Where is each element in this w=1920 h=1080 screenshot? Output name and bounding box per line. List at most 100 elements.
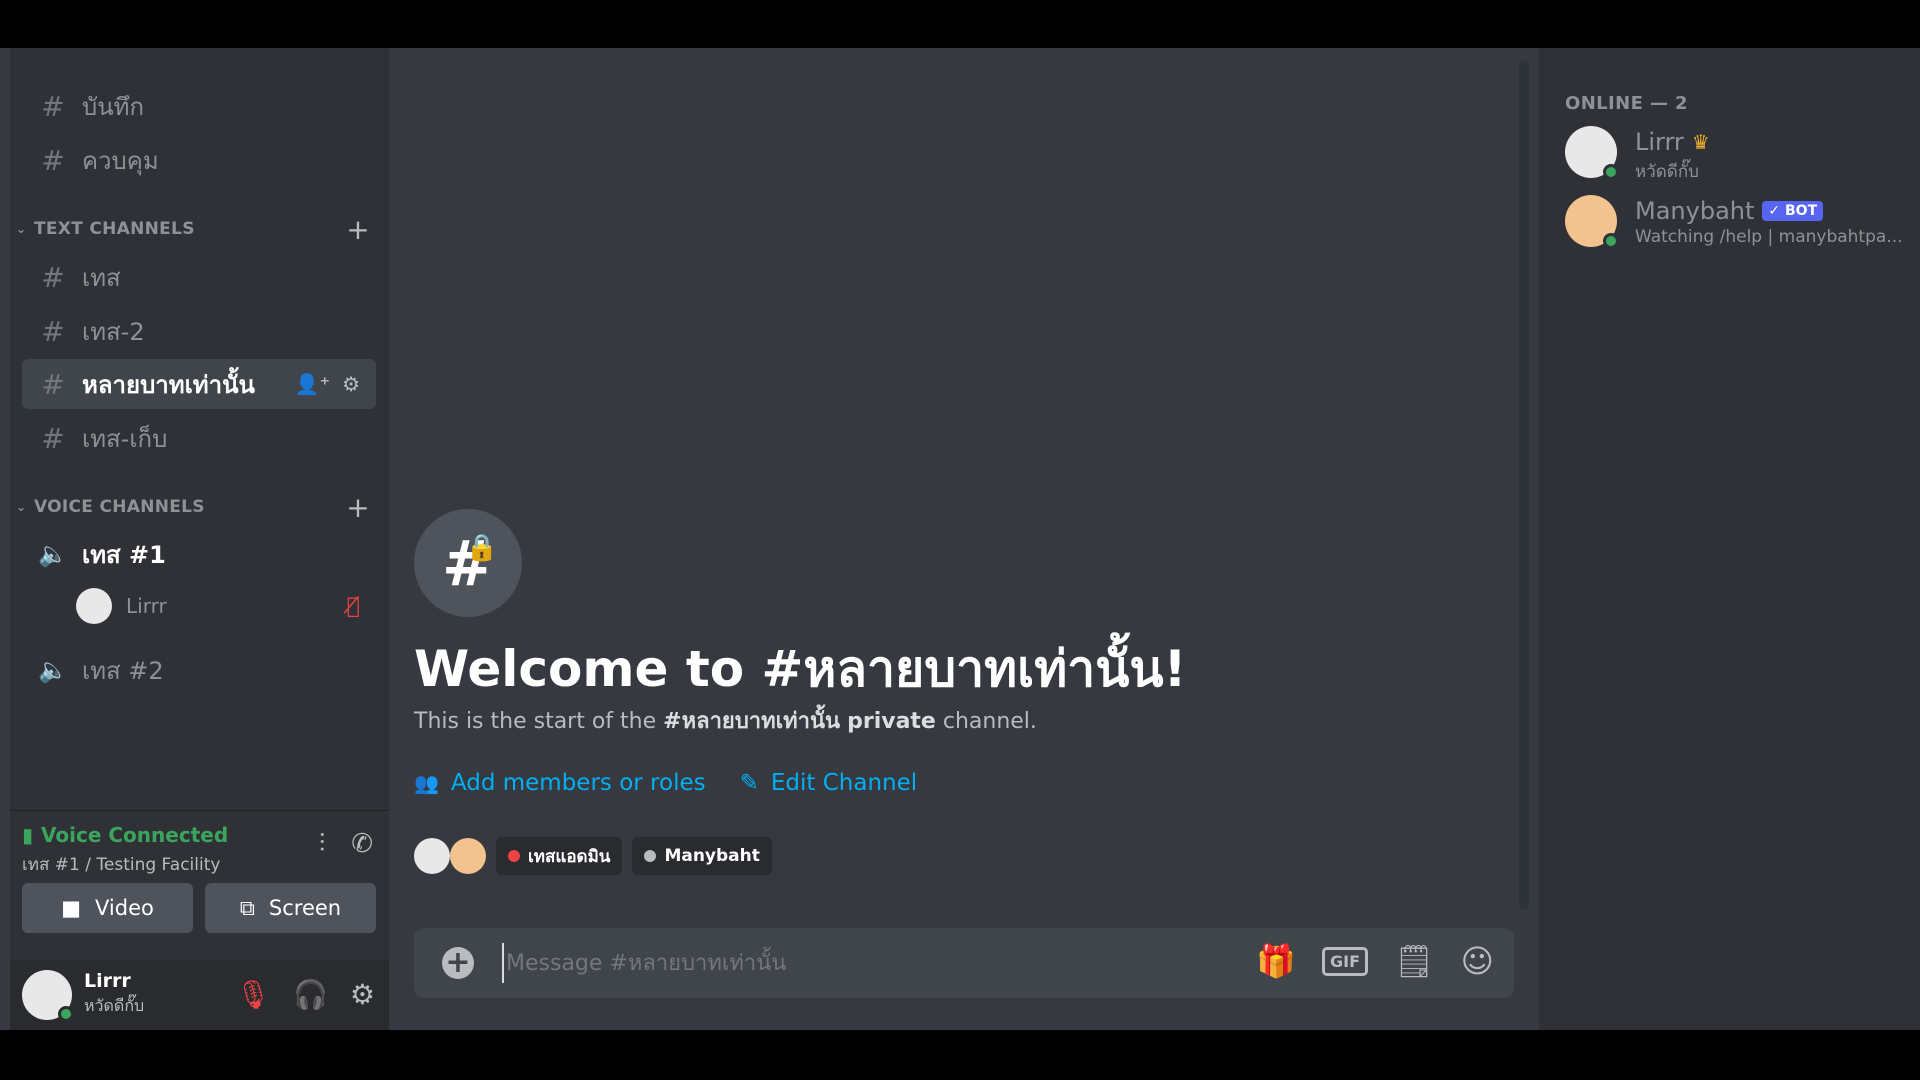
channel-item-test[interactable]: # เทส — [22, 252, 376, 302]
sticker-icon[interactable]: 🗒 — [1394, 942, 1435, 980]
text-channel-hash-icon: # — [41, 89, 65, 123]
private-channel-icon: # 🔒 — [414, 509, 522, 617]
noise-suppression-icon[interactable]: ⫶ — [319, 829, 326, 860]
channel-item-test-2[interactable]: # เทส-2 — [22, 306, 376, 356]
role-color-dot — [644, 850, 657, 862]
channel-label: ควบคุม — [82, 146, 159, 175]
edit-channel-label: Edit Channel — [770, 770, 918, 796]
channel-label: บันทึก — [82, 92, 144, 121]
channel-item-selected[interactable]: # หลายบาทเท่านั้น 👤⁺ ⚙ — [22, 359, 376, 409]
user-controls: 🎙 🎧 ⚙ — [235, 978, 375, 1011]
voice-user-name: Lirrr — [126, 594, 167, 618]
voice-status-text: Voice Connected — [41, 823, 229, 847]
desc-private: private — [847, 709, 936, 734]
bot-badge: ✓ BOT — [1762, 201, 1824, 221]
pencil-icon: ✎ — [739, 770, 759, 796]
member-name-row: Manybaht ✓ BOT — [1635, 197, 1824, 225]
role-pill[interactable]: Manybaht — [632, 837, 772, 875]
member-status: หวัดดีกั๊บ — [1635, 162, 1699, 182]
channel-label: เทส — [82, 263, 121, 292]
online-status-dot — [1603, 233, 1619, 249]
role-name: Manybaht — [664, 846, 760, 866]
member-name: Lirrr — [1635, 128, 1684, 156]
voice-user-lirrr[interactable]: Lirrr 🎙̸ — [76, 586, 376, 626]
screen-share-icon: ⧉ — [239, 895, 255, 920]
channel-access-row: เทสแอดมิน Manybaht — [414, 837, 772, 875]
screen-share-button[interactable]: ⧉ Screen — [205, 883, 376, 933]
welcome-description: This is the start of the #หลายบาทเท่านั้… — [414, 703, 1037, 738]
role-name: เทสแอดมิน — [528, 846, 611, 867]
voice-channel-test-2[interactable]: 🔈 เทส #2 — [22, 645, 376, 695]
online-status-dot — [58, 1006, 74, 1022]
mic-muted-icon[interactable]: 🎙 — [235, 978, 271, 1011]
category-label: TEXT CHANNELS — [34, 219, 195, 239]
text-channel-hash-icon: # — [41, 143, 65, 177]
add-person-icon: 👥 — [414, 771, 439, 795]
avatar — [1565, 126, 1619, 180]
user-custom-status: หวัดดีกั๊บ — [84, 996, 145, 1015]
member-name: Manybaht — [1635, 197, 1755, 225]
voice-status[interactable]: ▮ Voice Connected — [22, 823, 228, 847]
invite-user-icon[interactable]: 👤⁺ — [295, 372, 330, 396]
channel-label: เทส #2 — [82, 656, 164, 685]
gear-icon[interactable]: ⚙ — [350, 978, 375, 1011]
disconnect-call-icon[interactable]: ✆ — [351, 829, 373, 860]
channel-item-test-archive[interactable]: # เทส-เก็บ — [22, 413, 376, 463]
channel-label: เทส-เก็บ — [82, 424, 168, 453]
create-channel-plus-icon[interactable]: + — [346, 213, 370, 246]
desc-channel: #หลายบาทเท่านั้น — [663, 709, 841, 734]
role-pill[interactable]: เทสแอดมิน — [496, 837, 623, 875]
create-channel-plus-icon[interactable]: + — [346, 491, 370, 524]
private-channel-hash-icon: # — [41, 367, 65, 401]
lock-icon: 🔒 — [465, 533, 498, 563]
video-button[interactable]: ■ Video — [22, 883, 193, 933]
signal-bars-icon: ▮ — [22, 823, 34, 847]
voice-controls: ⫶ ✆ — [319, 829, 373, 860]
text-channel-hash-icon: # — [41, 314, 65, 348]
chat-area: # 🔒 Welcome to #หลายบาทเท่านั้น! This is … — [389, 48, 1539, 1030]
screen-button-label: Screen — [268, 896, 342, 920]
channel-item-notes[interactable]: # บันทึก — [22, 81, 376, 131]
text-channel-hash-icon: # — [41, 260, 65, 294]
chevron-down-icon: ⌄ — [16, 500, 27, 514]
text-channels-category[interactable]: ⌄ TEXT CHANNELS + — [16, 213, 376, 246]
member-item-manybaht[interactable]: Manybaht ✓ BOT Watching /help | manybaht… — [1565, 193, 1915, 255]
discord-app: # บันทึก # ควบคุม ⌄ TEXT CHANNELS + # เท… — [0, 48, 1920, 1030]
crown-icon: ♛ — [1691, 130, 1710, 154]
video-button-label: Video — [95, 896, 154, 920]
desc-prefix: This is the start of the — [414, 709, 664, 734]
voice-channels-category[interactable]: ⌄ VOICE CHANNELS + — [16, 491, 376, 524]
member-item-lirrr[interactable]: Lirrr ♛ หวัดดีกั๊บ — [1565, 124, 1915, 186]
welcome-title: Welcome to #หลายบาทเท่านั้น! — [414, 640, 1187, 698]
avatar — [414, 838, 450, 874]
add-members-button[interactable]: 👥 Add members or roles — [414, 770, 706, 796]
channel-item-control[interactable]: # ควบคุม — [22, 135, 376, 185]
camera-icon: ■ — [61, 896, 81, 920]
speaker-icon: 🔈 — [38, 540, 68, 568]
member-list: ONLINE — 2 Lirrr ♛ หวัดดีกั๊บ Manybaht ✓… — [1539, 48, 1920, 1030]
composer-icons: 🎁 GIF 🗒 ☺ — [1256, 942, 1494, 980]
online-header: ONLINE — 2 — [1565, 93, 1688, 114]
channel-label: เทส-2 — [82, 317, 145, 346]
edit-channel-button[interactable]: ✎ Edit Channel — [740, 770, 918, 796]
channel-sidebar: # บันทึก # ควบคุม ⌄ TEXT CHANNELS + # เท… — [10, 48, 389, 1030]
attach-plus-button[interactable]: + — [442, 947, 474, 979]
emoji-icon[interactable]: ☺ — [1461, 942, 1494, 980]
add-members-label: Add members or roles — [450, 770, 706, 796]
chevron-down-icon: ⌄ — [16, 222, 27, 236]
text-channel-hash-icon: # — [41, 421, 65, 455]
user-panel: Lirrr หวัดดีกั๊บ 🎙 🎧 ⚙ — [10, 960, 389, 1030]
mic-muted-icon: 🎙̸ — [346, 593, 360, 619]
headphones-icon[interactable]: 🎧 — [293, 978, 328, 1011]
message-input[interactable] — [502, 943, 1202, 983]
member-name-row: Lirrr ♛ — [1635, 128, 1710, 156]
voice-channel-test-1[interactable]: 🔈 เทส #1 — [22, 529, 376, 579]
channel-actions: 👤⁺ ⚙ — [295, 372, 360, 396]
gif-icon[interactable]: GIF — [1322, 946, 1369, 976]
gear-icon[interactable]: ⚙ — [342, 372, 360, 396]
gift-icon[interactable]: 🎁 — [1256, 942, 1296, 980]
voice-location: เทส #1 / Testing Facility — [22, 855, 221, 875]
scrollbar[interactable] — [1519, 60, 1529, 910]
user-avatar[interactable] — [22, 970, 74, 1022]
role-color-dot — [508, 850, 520, 862]
